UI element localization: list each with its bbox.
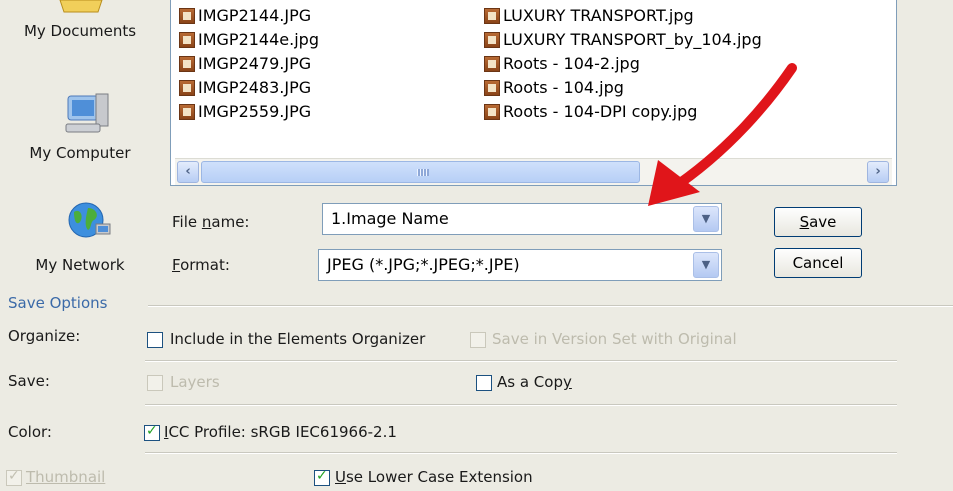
scroll-left-button[interactable]: ‹ [177,161,199,183]
checkmark-icon: ✓ [316,468,328,484]
format-select[interactable]: JPEG (*.JPG;*.JPEG;*.JPE) ▼ [318,249,722,281]
as-copy-label: As a Copy [497,373,572,391]
chevron-left-icon: ‹ [185,164,191,179]
row-divider [145,452,897,454]
list-item[interactable]: LUXURY TRANSPORT_by_104.jpg [484,29,762,51]
row-divider [145,404,897,406]
list-item[interactable]: Roots - 104.jpg [484,77,624,99]
icc-profile-checkbox[interactable]: ✓ [144,423,160,441]
places-bar: My Documents My Computer My Network [0,0,160,282]
chevron-right-icon: › [875,164,881,179]
file-name-label: File name: [172,213,250,231]
list-item[interactable]: IMGP2144e.jpg [179,29,319,51]
format-dropdown-button[interactable]: ▼ [693,252,719,278]
place-my-documents[interactable]: My Documents [0,0,160,60]
list-item[interactable]: IMGP2559.JPG [179,101,311,123]
list-item[interactable]: LUXURY TRANSPORT.jpg [484,5,694,27]
red-arrow-annotation [648,63,797,206]
list-item[interactable]: IMGP2144.JPG [179,5,311,27]
save-label: Save: [8,372,50,390]
jpeg-file-icon [484,8,500,24]
layers-checkbox[interactable] [147,375,163,391]
as-copy-checkbox[interactable] [476,375,492,391]
jpeg-file-icon [484,80,500,96]
place-my-network[interactable]: My Network [0,190,160,280]
jpeg-file-icon [484,56,500,72]
jpeg-file-icon [484,104,500,120]
my-documents-label: My Documents [23,22,137,40]
save-options-title: Save Options [8,294,108,312]
jpeg-file-icon [179,80,195,96]
chevron-down-icon: ▼ [701,258,711,271]
version-set-label: Save in Version Set with Original [492,330,737,348]
jpeg-file-icon [179,8,195,24]
lowercase-extension-label: Use Lower Case Extension [335,468,533,486]
jpeg-file-icon [179,32,195,48]
my-computer-label: My Computer [29,144,131,162]
list-item[interactable]: IMGP2483.JPG [179,77,311,99]
thumbnail-label: Thumbnail [26,468,106,486]
my-network-label: My Network [35,256,125,274]
jpeg-file-icon [179,104,195,120]
organize-label: Organize: [8,327,81,345]
scroll-thumb[interactable] [201,161,640,183]
version-set-checkbox[interactable] [470,332,486,348]
format-label: Format: [172,256,230,274]
checkmark-icon: ✓ [146,423,158,439]
color-label: Color: [8,423,52,441]
grip-icon [417,169,429,176]
include-organizer-checkbox[interactable] [147,332,163,348]
checkmark-icon: ✓ [8,468,20,484]
place-my-computer[interactable]: My Computer [0,78,160,168]
network-globe-icon [68,202,111,238]
scroll-right-button[interactable]: › [867,161,889,183]
computer-icon [65,93,109,133]
section-divider [148,305,953,307]
include-organizer-label: Include in the Elements Organizer [170,330,426,348]
layers-label: Layers [170,373,220,391]
list-item[interactable]: Roots - 104-2.jpg [484,53,640,75]
lowercase-extension-checkbox[interactable]: ✓ [314,468,330,486]
thumbnail-checkbox[interactable]: ✓ [6,468,22,486]
jpeg-file-icon [179,56,195,72]
jpeg-file-icon [484,32,500,48]
cancel-button[interactable]: Cancel [774,248,862,278]
row-divider [145,360,897,362]
folder-icon [59,0,103,13]
icc-profile-label: ICC Profile: sRGB IEC61966-2.1 [164,423,397,441]
list-item[interactable]: IMGP2479.JPG [179,53,311,75]
